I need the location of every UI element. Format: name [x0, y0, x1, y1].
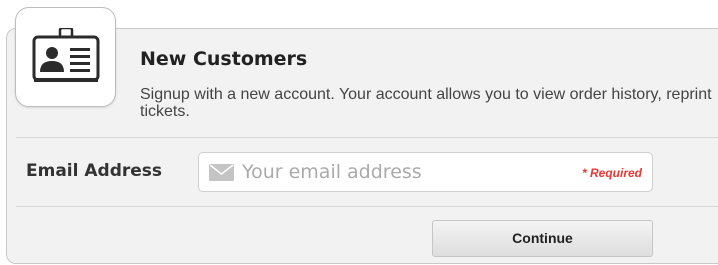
id-card-icon [15, 7, 116, 107]
envelope-icon [209, 164, 234, 181]
email-field[interactable]: * Required [198, 152, 653, 192]
section-title: New Customers [140, 48, 308, 70]
divider [16, 206, 718, 207]
required-indicator: * Required [581, 166, 642, 180]
email-input[interactable] [242, 156, 562, 188]
divider [16, 137, 718, 138]
section-description: Signup with a new account. Your account … [140, 86, 712, 120]
continue-button[interactable]: Continue [432, 220, 653, 257]
email-label: Email Address [26, 161, 163, 181]
